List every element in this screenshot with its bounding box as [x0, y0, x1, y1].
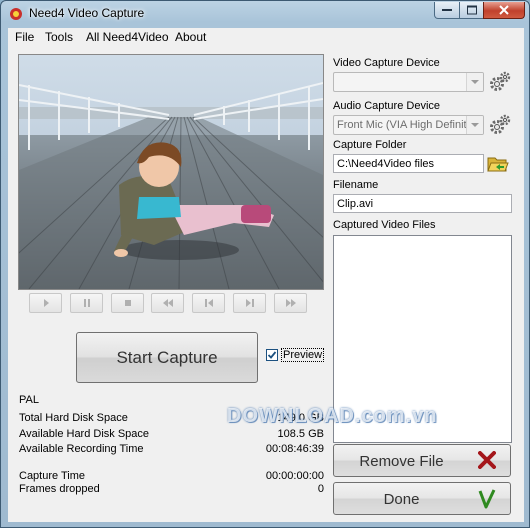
maximize-icon: [466, 5, 477, 15]
skip-back-icon: [204, 299, 213, 307]
stop-button[interactable]: [111, 293, 144, 313]
recording-time-label: Available Recording Time: [19, 443, 144, 455]
available-disk-label: Available Hard Disk Space: [19, 428, 150, 440]
pause-icon: [83, 299, 90, 307]
window-title: Need4 Video Capture: [29, 6, 145, 20]
skip-back-button[interactable]: [192, 293, 225, 313]
remove-file-label: Remove File: [359, 453, 444, 470]
capture-time-value: 00:00:00:00: [265, 470, 324, 482]
capture-folder-field[interactable]: C:\Need4Video files: [333, 154, 484, 173]
close-icon: [499, 5, 509, 15]
video-device-settings-gear-icon[interactable]: [489, 71, 511, 93]
menu-all-need4video[interactable]: All Need4Video: [86, 30, 169, 44]
skip-forward-button[interactable]: [233, 293, 266, 313]
preview-checkbox[interactable]: [266, 349, 278, 361]
main-panel: Start Capture Preview PAL Total Hard Dis…: [8, 47, 524, 522]
video-device-label: Video Capture Device: [333, 57, 440, 69]
fast-forward-button[interactable]: [274, 293, 307, 313]
rewind-icon: [162, 299, 173, 307]
app-window: Need4 Video Capture File Tools All Need4…: [0, 0, 530, 528]
chevron-down-icon: [466, 73, 483, 91]
close-button[interactable]: [483, 2, 525, 19]
stop-icon: [124, 300, 131, 306]
recording-time-value: 00:08:46:39: [265, 443, 324, 455]
available-disk-value: 108.5 GB: [277, 428, 324, 440]
checkmark-icon: [478, 489, 496, 509]
filename-field[interactable]: Clip.avi: [333, 194, 512, 213]
total-disk-label: Total Hard Disk Space: [19, 412, 128, 424]
menu-about[interactable]: About: [175, 30, 206, 44]
filename-label: Filename: [333, 179, 379, 191]
remove-file-button[interactable]: Remove File: [333, 444, 511, 477]
frames-dropped-value: 0: [317, 483, 324, 495]
menu-bar: File Tools All Need4Video About: [8, 28, 524, 48]
pause-button[interactable]: [70, 293, 103, 313]
capture-folder-label: Capture Folder: [333, 139, 407, 151]
chevron-down-icon: [466, 116, 483, 134]
skip-forward-icon: [245, 299, 254, 307]
menu-file[interactable]: File: [15, 30, 34, 44]
capture-time-label: Capture Time: [19, 470, 86, 482]
minimize-button[interactable]: [434, 2, 460, 19]
video-preview: [18, 54, 324, 290]
red-x-icon: [478, 451, 496, 469]
preview-label[interactable]: Preview: [281, 348, 325, 362]
audio-device-select[interactable]: Front Mic (VIA High Definition: [333, 115, 484, 135]
minimize-icon: [442, 9, 452, 11]
audio-device-label: Audio Capture Device: [333, 100, 441, 112]
start-capture-button[interactable]: Start Capture: [76, 332, 258, 383]
menu-tools[interactable]: Tools: [45, 30, 73, 44]
captured-files-label: Captured Video Files: [333, 219, 436, 231]
done-button[interactable]: Done: [333, 482, 511, 515]
checkmark-icon: [267, 351, 277, 359]
rewind-button[interactable]: [151, 293, 184, 313]
maximize-button[interactable]: [459, 2, 484, 19]
fast-forward-icon: [285, 299, 296, 307]
done-label: Done: [383, 491, 420, 508]
play-icon: [43, 299, 49, 307]
app-logo-icon: [10, 8, 22, 20]
open-folder-icon[interactable]: [487, 154, 509, 174]
frames-dropped-label: Frames dropped: [19, 483, 100, 495]
play-button[interactable]: [29, 293, 62, 313]
audio-device-settings-gear-icon[interactable]: [489, 114, 511, 136]
video-device-select[interactable]: [333, 72, 484, 92]
title-bar[interactable]: Need4 Video Capture: [1, 1, 529, 27]
watermark: DOWNLOAD.com.vn: [227, 405, 438, 427]
video-format: PAL: [19, 394, 39, 406]
audio-device-value: Front Mic (VIA High Definition: [337, 119, 469, 131]
